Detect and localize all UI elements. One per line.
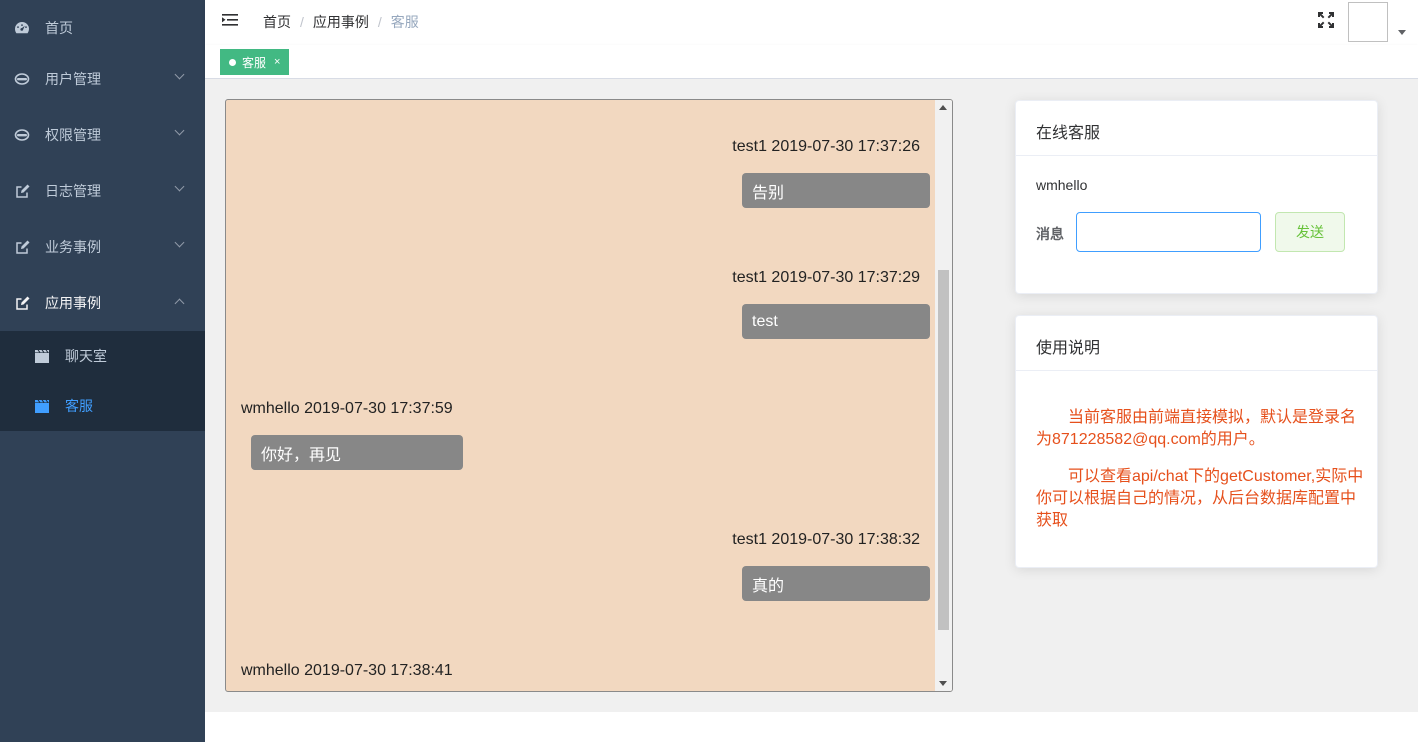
message-bubble: 真的 — [742, 566, 930, 601]
chevron-down-icon — [174, 69, 185, 80]
instruction-paragraph: 可以查看api/chat下的getCustomer,实际中你可以根据自己的情况，… — [1036, 468, 1364, 529]
fullscreen-icon[interactable] — [1316, 10, 1336, 30]
instruction-paragraph: 当前客服由前端直接模拟，默认是登录名为871228582@qq.com的用户。 — [1036, 409, 1357, 448]
close-icon[interactable]: × — [274, 56, 280, 68]
footer — [205, 712, 1418, 742]
main-content: test1 2019-07-30 17:37:26 告别 test1 2019-… — [205, 79, 1418, 712]
chevron-down-icon — [174, 181, 185, 192]
avatar[interactable] — [1348, 2, 1388, 42]
scroll-thumb[interactable] — [938, 270, 949, 630]
message-meta: test1 2019-07-30 17:37:29 — [732, 269, 920, 286]
permission-icon — [14, 127, 30, 143]
chevron-down-icon — [174, 237, 185, 248]
sidebar-item-label: 客服 — [65, 398, 93, 414]
message-meta: wmhello 2019-07-30 17:38:41 — [241, 662, 453, 679]
edit-icon — [14, 183, 30, 199]
sidebar-item-users[interactable]: 用户管理 — [0, 51, 205, 107]
card-title: 使用说明 — [1016, 316, 1377, 371]
scroll-down-arrow-icon[interactable] — [939, 681, 947, 686]
edit-icon — [14, 295, 30, 311]
tag-customer-service[interactable]: 客服 × — [220, 49, 290, 75]
sidebar-item-business[interactable]: 业务事例 — [0, 219, 205, 275]
chat-window: test1 2019-07-30 17:37:26 告别 test1 2019-… — [225, 99, 953, 692]
chevron-up-icon — [174, 298, 185, 309]
message-meta: test1 2019-07-30 17:38:32 — [732, 531, 920, 548]
message-bubble: test — [742, 304, 930, 339]
caret-down-icon[interactable] — [1398, 30, 1406, 35]
tag-label: 客服 — [242, 55, 267, 70]
clapperboard-icon — [35, 349, 49, 363]
message-bubble: 你好，再见 — [251, 435, 463, 470]
online-service-card: 在线客服 wmhello 消息 发送 — [1015, 100, 1378, 294]
breadcrumb-item[interactable]: 首页 — [263, 12, 291, 32]
message-label: 消息 — [1036, 226, 1064, 242]
breadcrumb-separator: / — [377, 14, 382, 30]
sidebar-item-home[interactable]: 首页 — [0, 0, 205, 56]
instructions-card: 使用说明 当前客服由前端直接模拟，默认是登录名为871228582@qq.com… — [1015, 315, 1378, 568]
sidebar-item-customer-service[interactable]: 客服 — [0, 381, 205, 431]
message-meta: test1 2019-07-30 17:37:26 — [732, 138, 920, 155]
sidebar-item-label: 日志管理 — [45, 183, 101, 199]
dot-icon — [229, 58, 236, 66]
clapperboard-icon — [35, 399, 49, 413]
message-input[interactable] — [1076, 212, 1261, 252]
sidebar-item-logs[interactable]: 日志管理 — [0, 163, 205, 219]
sidebar-item-label: 首页 — [45, 20, 73, 36]
breadcrumb-item[interactable]: 应用事例 — [313, 12, 369, 32]
user-icon — [14, 71, 30, 87]
scroll-up-arrow-icon[interactable] — [939, 105, 947, 110]
sidebar-item-label: 聊天室 — [65, 348, 107, 364]
edit-icon — [14, 239, 30, 255]
send-button[interactable]: 发送 — [1275, 212, 1345, 252]
card-title: 在线客服 — [1016, 101, 1377, 156]
sidebar-item-label: 业务事例 — [45, 239, 101, 255]
message-meta: wmhello 2019-07-30 17:37:59 — [241, 400, 453, 417]
current-user: wmhello — [1036, 177, 1088, 193]
chevron-down-icon — [174, 125, 185, 136]
tags-view: 客服 × — [205, 45, 1418, 79]
navbar: 首页 / 应用事例 / 客服 — [205, 0, 1418, 45]
breadcrumb-separator: / — [300, 14, 304, 30]
dashboard-icon — [14, 20, 30, 36]
submenu: 聊天室 客服 — [0, 331, 205, 431]
sidebar-item-label: 应用事例 — [45, 295, 101, 311]
sidebar-item-label: 权限管理 — [45, 127, 101, 143]
breadcrumb-current: 客服 — [390, 14, 419, 30]
sidebar-item-label: 用户管理 — [45, 71, 101, 87]
sidebar-item-chatroom[interactable]: 聊天室 — [0, 331, 205, 381]
chat-scrollbar[interactable] — [935, 100, 952, 691]
sidebar-item-apps[interactable]: 应用事例 — [0, 275, 205, 331]
sidebar: 首页 用户管理 权限管理 日志管理 业务事例 应用事例 聊天室 客服 — [0, 0, 205, 742]
hamburger-icon[interactable] — [222, 12, 238, 28]
breadcrumb: 首页 / 应用事例 / 客服 — [263, 12, 419, 32]
sidebar-item-permissions[interactable]: 权限管理 — [0, 107, 205, 163]
message-bubble: 告别 — [742, 173, 930, 208]
